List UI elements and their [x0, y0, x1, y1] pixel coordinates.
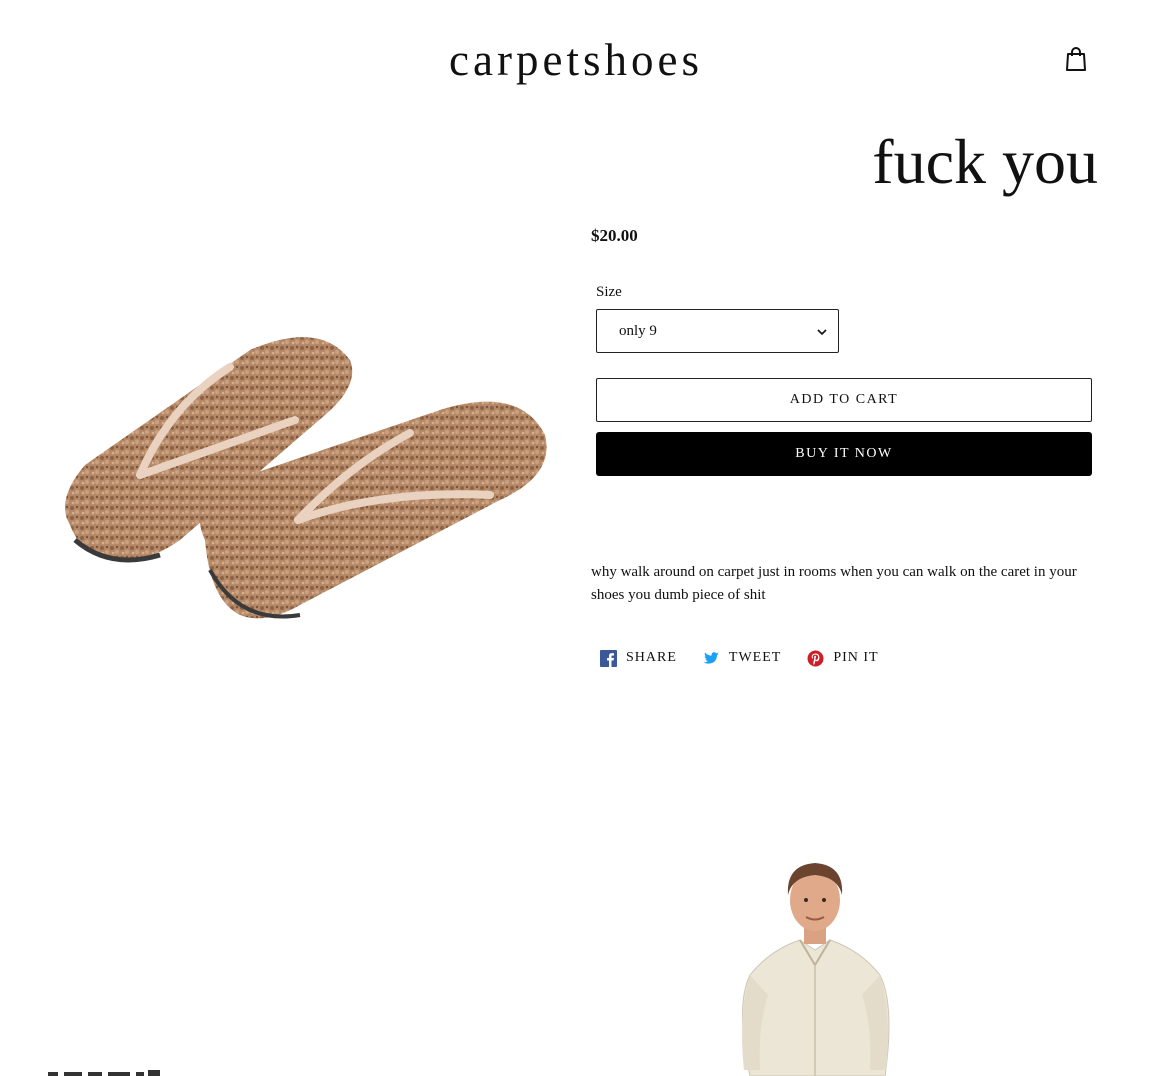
share-facebook-link[interactable]: SHARE	[600, 649, 677, 667]
share-twitter-link[interactable]: TWEET	[703, 650, 781, 667]
tweet-label: TWEET	[728, 650, 782, 665]
product-title: fuck you	[872, 126, 1098, 197]
size-select[interactable]: only 9	[596, 309, 839, 353]
product-image[interactable]	[50, 325, 560, 635]
size-label: Size	[596, 284, 622, 300]
shopping-bag-icon[interactable]	[1064, 46, 1088, 72]
product-page: carpetshoes fuck you $20.00 Size only 9 …	[0, 0, 1152, 1076]
buy-it-now-button[interactable]: BUY IT NOW	[596, 432, 1092, 476]
share-pinterest-link[interactable]: PIN IT	[807, 650, 878, 667]
pin-it-label: PIN IT	[833, 650, 879, 665]
chevron-down-icon	[817, 329, 827, 336]
size-selected-value: only 9	[619, 323, 657, 339]
share-bar: SHARE TWEET PIN IT	[600, 648, 905, 668]
facebook-icon	[600, 649, 617, 667]
site-logo[interactable]: carpetshoes	[0, 32, 1152, 88]
product-description: why walk around on carpet just in rooms …	[591, 564, 1077, 603]
footer-text-fragment	[48, 1070, 160, 1076]
man-photo	[742, 863, 890, 1076]
twitter-icon	[703, 651, 719, 664]
pinterest-icon	[807, 650, 824, 666]
add-to-cart-button[interactable]: ADD TO CART	[596, 378, 1092, 422]
share-label: SHARE	[626, 650, 677, 665]
product-price: $20.00	[591, 226, 638, 245]
